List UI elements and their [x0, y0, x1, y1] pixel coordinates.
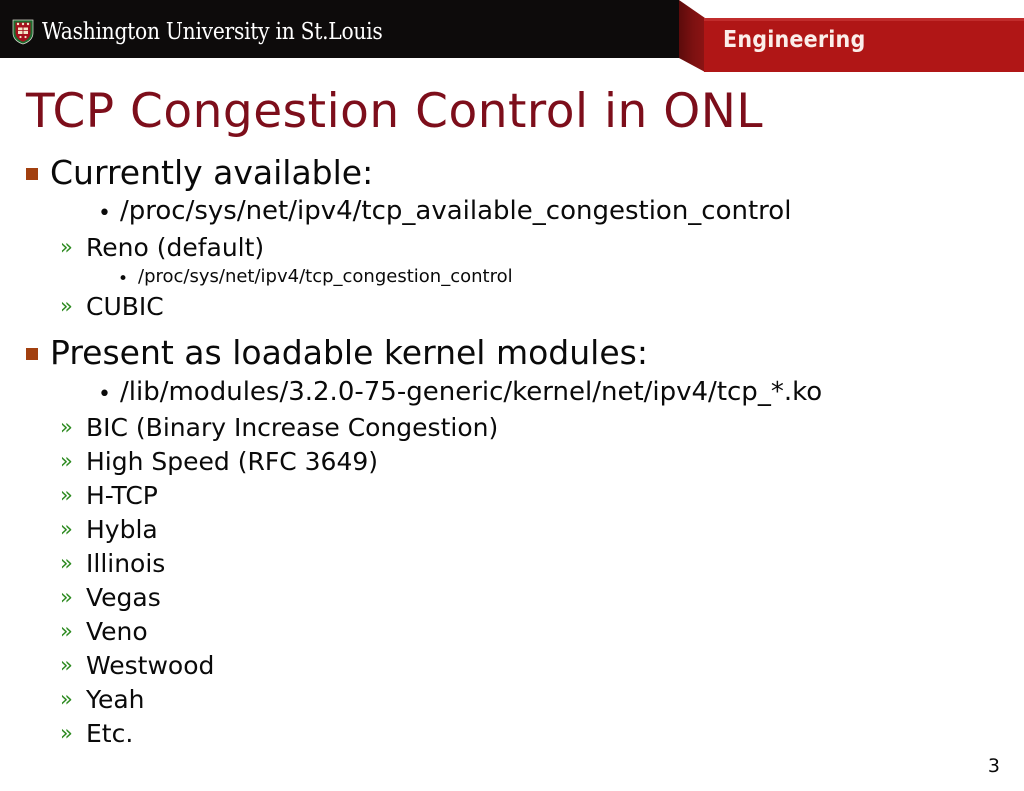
header-banner-highlight — [704, 18, 1024, 21]
list-item-label: Vegas — [86, 583, 161, 613]
list-item-label: Westwood — [86, 651, 215, 681]
list-item-label: BIC (Binary Increase Congestion) — [86, 413, 499, 443]
chevron-double-right-icon: » — [60, 721, 73, 746]
list-item-label: Yeah — [86, 685, 145, 715]
list-item: • /proc/sys/net/ipv4/tcp_available_conge… — [0, 195, 1024, 229]
chevron-double-right-icon: » — [60, 449, 73, 474]
list-item-label: High Speed (RFC 3649) — [86, 447, 379, 477]
list-item-label: Reno (default) — [86, 233, 265, 263]
page-number: 3 — [987, 755, 1000, 777]
list-item: » Illinois — [0, 547, 1024, 580]
washu-shield-icon — [12, 19, 34, 45]
section-heading: Present as loadable kernel modules: — [0, 332, 1024, 374]
list-item-label: /lib/modules/3.2.0-75-generic/kernel/net… — [120, 376, 823, 407]
washu-logo: Washington University in St.Louis — [12, 15, 429, 49]
chevron-double-right-icon: » — [60, 483, 73, 508]
slide-body: Currently available: • /proc/sys/net/ipv… — [0, 152, 1024, 751]
square-bullet-icon — [26, 332, 50, 361]
list-item: » Reno (default) — [0, 231, 1024, 264]
slide-header: Washington University in St.Louis Engine… — [0, 0, 1024, 80]
list-item-label: Veno — [86, 617, 148, 647]
university-name: Washington University in St.Louis — [42, 18, 383, 45]
square-bullet-icon — [26, 152, 50, 180]
chevron-double-right-icon: » — [60, 653, 73, 678]
chevron-double-right-icon: » — [60, 551, 73, 576]
list-item: » Etc. — [0, 717, 1024, 750]
chevron-double-right-icon: » — [60, 619, 73, 644]
list-item-label: /proc/sys/net/ipv4/tcp_congestion_contro… — [138, 266, 513, 288]
section-heading: Currently available: — [0, 152, 1024, 194]
section-heading-label: Currently available: — [50, 153, 374, 192]
list-item: • /lib/modules/3.2.0-75-generic/kernel/n… — [0, 376, 1024, 410]
list-item: » Yeah — [0, 683, 1024, 716]
list-item: » Veno — [0, 615, 1024, 648]
list-item-label: /proc/sys/net/ipv4/tcp_available_congest… — [120, 196, 792, 227]
chevron-double-right-icon: » — [60, 687, 73, 712]
list-item-label: H-TCP — [86, 481, 158, 511]
bullet-dot-icon: • — [98, 201, 111, 227]
page-title: TCP Congestion Control in ONL — [26, 84, 764, 139]
slide: Washington University in St.Louis Engine… — [0, 0, 1024, 791]
list-item-label: CUBIC — [86, 292, 164, 322]
list-item: » CUBIC — [0, 290, 1024, 323]
chevron-double-right-icon: » — [60, 235, 73, 260]
list-item-label: Hybla — [86, 515, 158, 545]
list-item-label: Etc. — [86, 719, 134, 749]
school-banner-label: Engineering — [723, 27, 866, 53]
list-item: » High Speed (RFC 3649) — [0, 445, 1024, 478]
chevron-double-right-icon: » — [60, 585, 73, 610]
list-item: • /proc/sys/net/ipv4/tcp_congestion_cont… — [0, 265, 1024, 288]
chevron-double-right-icon: » — [60, 294, 73, 319]
bullet-dot-icon: • — [98, 381, 111, 407]
list-item-label: Illinois — [86, 549, 166, 579]
chevron-double-right-icon: » — [60, 415, 73, 440]
chevron-double-right-icon: » — [60, 517, 73, 542]
list-item: » H-TCP — [0, 479, 1024, 512]
section-heading-label: Present as loadable kernel modules: — [50, 333, 648, 373]
list-item: » BIC (Binary Increase Congestion) — [0, 411, 1024, 444]
list-item: » Westwood — [0, 649, 1024, 682]
bullet-dot-small-icon: • — [118, 269, 129, 290]
list-item: » Vegas — [0, 581, 1024, 614]
list-item: » Hybla — [0, 513, 1024, 546]
header-bevel-shape — [679, 0, 705, 72]
